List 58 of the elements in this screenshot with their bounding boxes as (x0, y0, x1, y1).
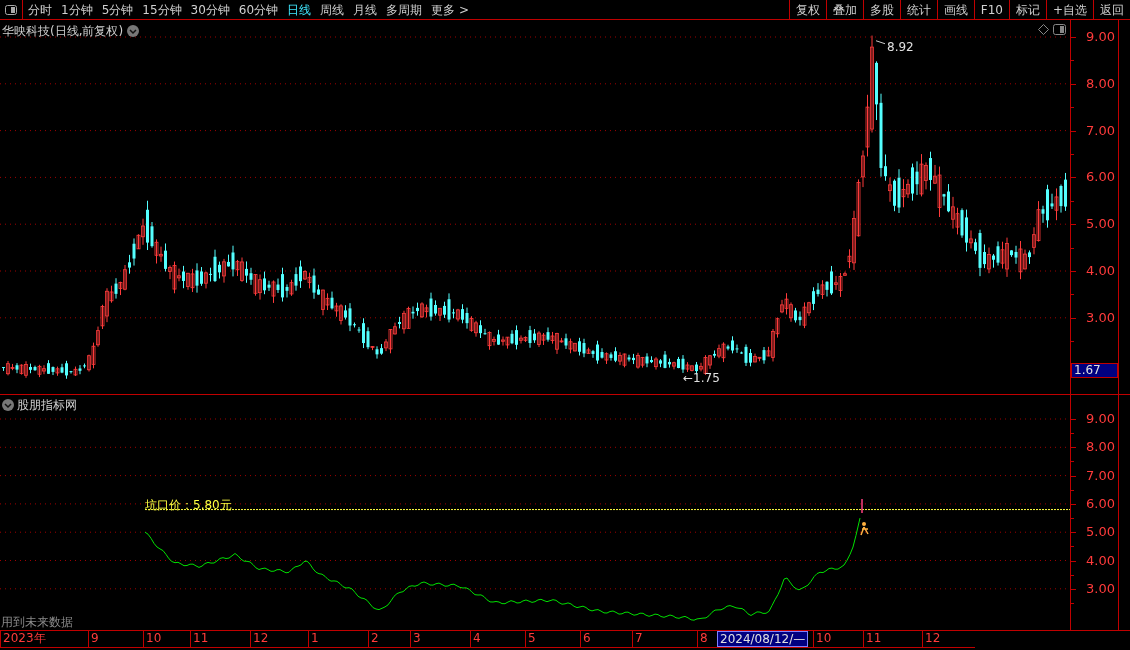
toolbar-button[interactable]: 叠加 (825, 0, 863, 19)
date-label: 7 (632, 631, 643, 647)
warning-note: 用到未来数据 (1, 614, 73, 631)
price-line-label: 坑口价：5.80元 (145, 497, 232, 514)
date-label: 12 (922, 631, 941, 647)
period-tab[interactable]: 60分钟 (238, 0, 279, 19)
toolbar-button[interactable]: 画线 (936, 0, 974, 19)
toolbar-button[interactable]: 多股 (862, 0, 900, 19)
period-tab[interactable]: 多周期 (386, 0, 423, 19)
date-label: 10 (143, 631, 162, 647)
toolbar-button[interactable]: 统计 (899, 0, 937, 19)
date-label: 8 (697, 631, 708, 647)
period-tab[interactable]: 周线 (320, 0, 345, 19)
toolbar-button[interactable]: 返回 (1093, 0, 1130, 19)
date-label: 10 (813, 631, 832, 647)
axis-label: 3.00 (1086, 310, 1115, 324)
period-tab[interactable]: 日线 (287, 0, 312, 19)
axis-label: 8.00 (1086, 76, 1115, 90)
indicator-title: 股朋指标网 (17, 397, 77, 414)
high-price-label: 8.92 (887, 39, 914, 56)
axis-label: 5.00 (1086, 525, 1115, 539)
date-label: 3 (410, 631, 421, 647)
date-label: 1 (308, 631, 319, 647)
axis-label: 9.00 (1086, 30, 1115, 43)
axis-label: 7.00 (1086, 123, 1115, 137)
date-label: 2 (368, 631, 379, 647)
axis-label: 5.00 (1086, 217, 1115, 231)
date-label: 11 (863, 631, 882, 647)
period-tab[interactable]: 15分钟 (142, 0, 182, 19)
period-tab[interactable]: 更多 > (431, 0, 469, 19)
period-tab[interactable]: 5分钟 (101, 0, 134, 19)
toolbar-button[interactable]: 复权 (788, 0, 826, 19)
axis-label: 4.00 (1086, 553, 1115, 567)
date-label: 11 (190, 631, 209, 647)
period-tab[interactable]: 月线 (353, 0, 378, 19)
date-label: 9 (88, 631, 99, 647)
period-tab[interactable]: 30分钟 (190, 0, 230, 19)
chart-title: 华映科技(日线,前复权) (2, 23, 124, 40)
toolbar-button[interactable]: 标记 (1008, 0, 1046, 19)
last-price-tag: 1.67 (1071, 363, 1118, 378)
toolbar-button[interactable]: +自选 (1045, 0, 1093, 19)
axis-label: 7.00 (1086, 468, 1115, 482)
axis-label: 6.00 (1086, 170, 1115, 184)
axis-label: 8.00 (1086, 440, 1115, 454)
period-tab[interactable]: 1分钟 (61, 0, 93, 19)
toolbar-button[interactable]: F10 (973, 0, 1009, 19)
axis-label: 4.00 (1086, 264, 1115, 277)
axis-label: 3.00 (1086, 581, 1115, 595)
period-tab[interactable]: 分时 (28, 0, 52, 19)
date-label: 4 (470, 631, 481, 647)
date-label: 2024/08/12/— (717, 631, 809, 647)
date-label: 2023年 (0, 631, 46, 647)
axis-label: 6.00 (1086, 496, 1115, 510)
date-label: 12 (250, 631, 269, 647)
axis-label: 9.00 (1086, 412, 1115, 425)
low-price-label: ←1.75 (683, 370, 720, 387)
date-label: 5 (525, 631, 536, 647)
date-label: 6 (580, 631, 591, 647)
